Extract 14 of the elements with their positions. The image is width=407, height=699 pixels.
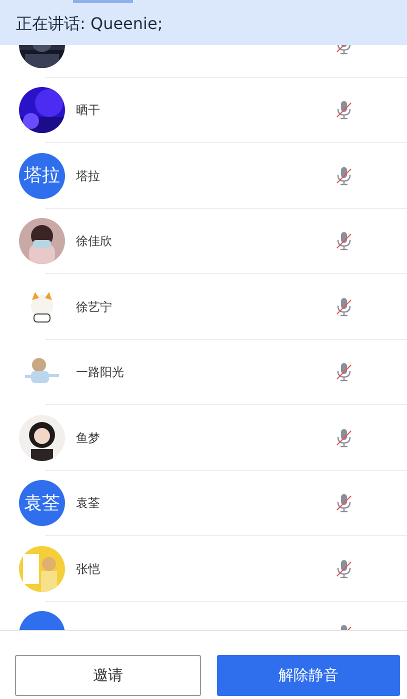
avatar: 塔拉: [19, 152, 65, 199]
participant-name: 一路阳光: [76, 364, 125, 382]
participant-name: 袁荃: [76, 495, 101, 512]
participant-name: 鱼梦: [76, 430, 101, 447]
participant-name: 晒干: [76, 102, 101, 120]
participant-name: 徐佳欣: [76, 233, 113, 250]
speaking-banner: 正在讲话: Queenie;: [0, 0, 407, 45]
tab-indicator: [73, 0, 133, 3]
participant-name: 塔拉: [76, 168, 101, 185]
avatar: 袁荃: [19, 480, 65, 526]
unmute-button[interactable]: 解除静音: [216, 655, 400, 696]
participant-name: 张恺: [76, 560, 101, 578]
invite-button[interactable]: 邀请: [15, 655, 200, 696]
participant-name: 徐艺宁: [76, 298, 113, 316]
